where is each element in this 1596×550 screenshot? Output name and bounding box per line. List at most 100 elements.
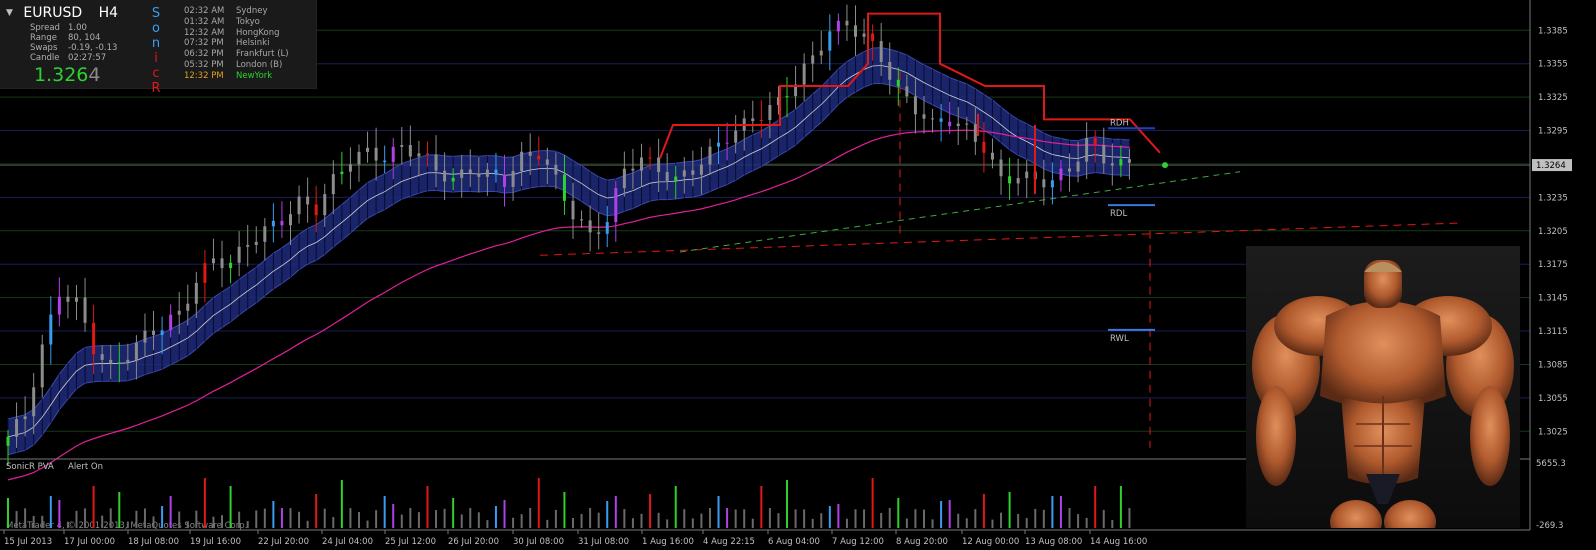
candle-body xyxy=(999,159,1003,177)
indicator-name: SonicR PVA xyxy=(6,462,54,472)
candle-body xyxy=(126,359,130,363)
candle-body xyxy=(965,123,969,125)
candle-body xyxy=(134,342,138,360)
candle-body xyxy=(152,330,156,335)
candle-body xyxy=(708,146,712,165)
candle-body xyxy=(400,145,404,147)
session-row: 12:32 AM HongKong xyxy=(184,27,280,38)
candle-body xyxy=(836,20,840,32)
candle-body xyxy=(477,173,481,177)
candle-body xyxy=(931,118,935,120)
candle-body xyxy=(408,145,412,157)
candle-body xyxy=(956,123,960,127)
time-tick-label: 30 Jul 08:00 xyxy=(513,537,564,547)
candle-body xyxy=(32,387,36,417)
sonicr-vertical-logo: S o n i c R xyxy=(151,6,161,96)
candle-body xyxy=(246,244,250,247)
price-tick-label: 1.3385 xyxy=(1538,26,1568,36)
alert-status: Alert On xyxy=(68,462,103,472)
candle-body xyxy=(913,96,917,115)
candle-body xyxy=(6,436,10,446)
candle-body xyxy=(451,177,455,182)
candle-body xyxy=(263,226,267,242)
candle-body xyxy=(982,141,986,153)
candle-body xyxy=(143,330,147,343)
candle-body xyxy=(203,263,207,283)
candle-body xyxy=(725,142,729,144)
time-tick-label: 26 Jul 20:00 xyxy=(448,537,499,547)
symbol-name: EURUSD xyxy=(23,5,83,21)
candle-body xyxy=(306,196,310,205)
time-tick-label: 1 Aug 16:00 xyxy=(642,537,694,547)
candle-body xyxy=(494,169,498,175)
candle-body xyxy=(280,220,284,226)
candle-body xyxy=(1119,159,1123,166)
time-tick-label: 22 Jul 20:00 xyxy=(258,537,309,547)
candle-body xyxy=(254,241,258,245)
candle-body xyxy=(383,160,387,163)
session-row-active: 12:32 PM NewYork xyxy=(184,70,273,81)
price-tick-label: 1.3295 xyxy=(1538,127,1568,137)
candle-body xyxy=(537,155,541,160)
candle-body xyxy=(682,170,686,177)
session-row: 05:32 PM London (B) xyxy=(184,59,283,70)
time-tick-label: 7 Aug 12:00 xyxy=(832,537,884,547)
stat-row: Swaps -0.19, -0.13 xyxy=(30,43,118,53)
candle-body xyxy=(366,147,370,152)
price-tick-label: 1.3235 xyxy=(1538,193,1568,203)
candle-body xyxy=(605,222,609,234)
time-tick-label: 14 Aug 16:00 xyxy=(1090,537,1147,547)
candle-body xyxy=(639,157,643,171)
candle-body xyxy=(177,310,181,315)
level-label-rwl: RWL xyxy=(1110,334,1129,344)
price-tick-label: 1.3205 xyxy=(1538,227,1568,237)
candle-body xyxy=(819,50,823,56)
sonicr-dragon-ribbon xyxy=(7,47,1130,456)
candle-body xyxy=(297,196,301,215)
candle-body xyxy=(1050,180,1054,188)
candle-body xyxy=(503,174,507,187)
price-tick-label: 1.3325 xyxy=(1538,93,1568,103)
time-tick-label: 8 Aug 20:00 xyxy=(896,537,948,547)
candle-body xyxy=(990,152,994,160)
session-row: 02:32 AM Sydney xyxy=(184,6,268,16)
time-tick-label: 6 Aug 04:00 xyxy=(768,537,820,547)
symbol-header[interactable]: ▼ EURUSD H4 xyxy=(6,5,118,21)
candle-body xyxy=(1110,163,1114,166)
candle-body xyxy=(374,147,378,161)
current-price: 1.3264 xyxy=(34,64,101,86)
candle-body xyxy=(57,296,61,315)
candle-body xyxy=(117,362,121,364)
candle-body xyxy=(1008,176,1012,184)
candle-body xyxy=(1093,138,1097,145)
candle-body xyxy=(699,164,703,175)
candle-body xyxy=(1025,171,1029,179)
candle-body xyxy=(528,151,532,156)
candle-body xyxy=(237,246,241,263)
price-axis: 1.33851.33551.33251.32951.32651.32351.32… xyxy=(1529,0,1572,530)
ribbon-centerline xyxy=(7,65,1130,438)
price-tick-label: 1.3055 xyxy=(1538,394,1568,404)
time-tick-label: 17 Jul 00:00 xyxy=(64,537,115,547)
candle-body xyxy=(922,114,926,119)
market-sessions-clock: 02:32 AM Sydney 01:32 AM Tokyo 12:32 AM Hon… xyxy=(184,6,289,82)
candle-body xyxy=(92,322,96,355)
dropdown-triangle-icon[interactable]: ▼ xyxy=(6,8,13,18)
candle-body xyxy=(1059,168,1063,181)
candle-body xyxy=(614,188,618,223)
candle-body xyxy=(100,354,104,360)
current-price-label: 1.3264 xyxy=(1536,161,1566,171)
time-tick-label: 15 Jul 2013 xyxy=(4,537,52,547)
candle-body xyxy=(554,164,558,175)
candle-body xyxy=(1068,168,1072,172)
candle-body xyxy=(562,174,566,201)
time-tick-label: 12 Aug 00:00 xyxy=(962,537,1019,547)
time-tick-label: 18 Jul 08:00 xyxy=(128,537,179,547)
candle-body xyxy=(785,96,789,98)
candle-body xyxy=(948,121,952,127)
candle-body xyxy=(545,159,549,165)
candle-body xyxy=(622,168,626,189)
price-tick-label: 1.3175 xyxy=(1538,260,1568,270)
candle-body xyxy=(443,170,447,182)
stat-row: Spread 1.00 xyxy=(30,23,87,33)
